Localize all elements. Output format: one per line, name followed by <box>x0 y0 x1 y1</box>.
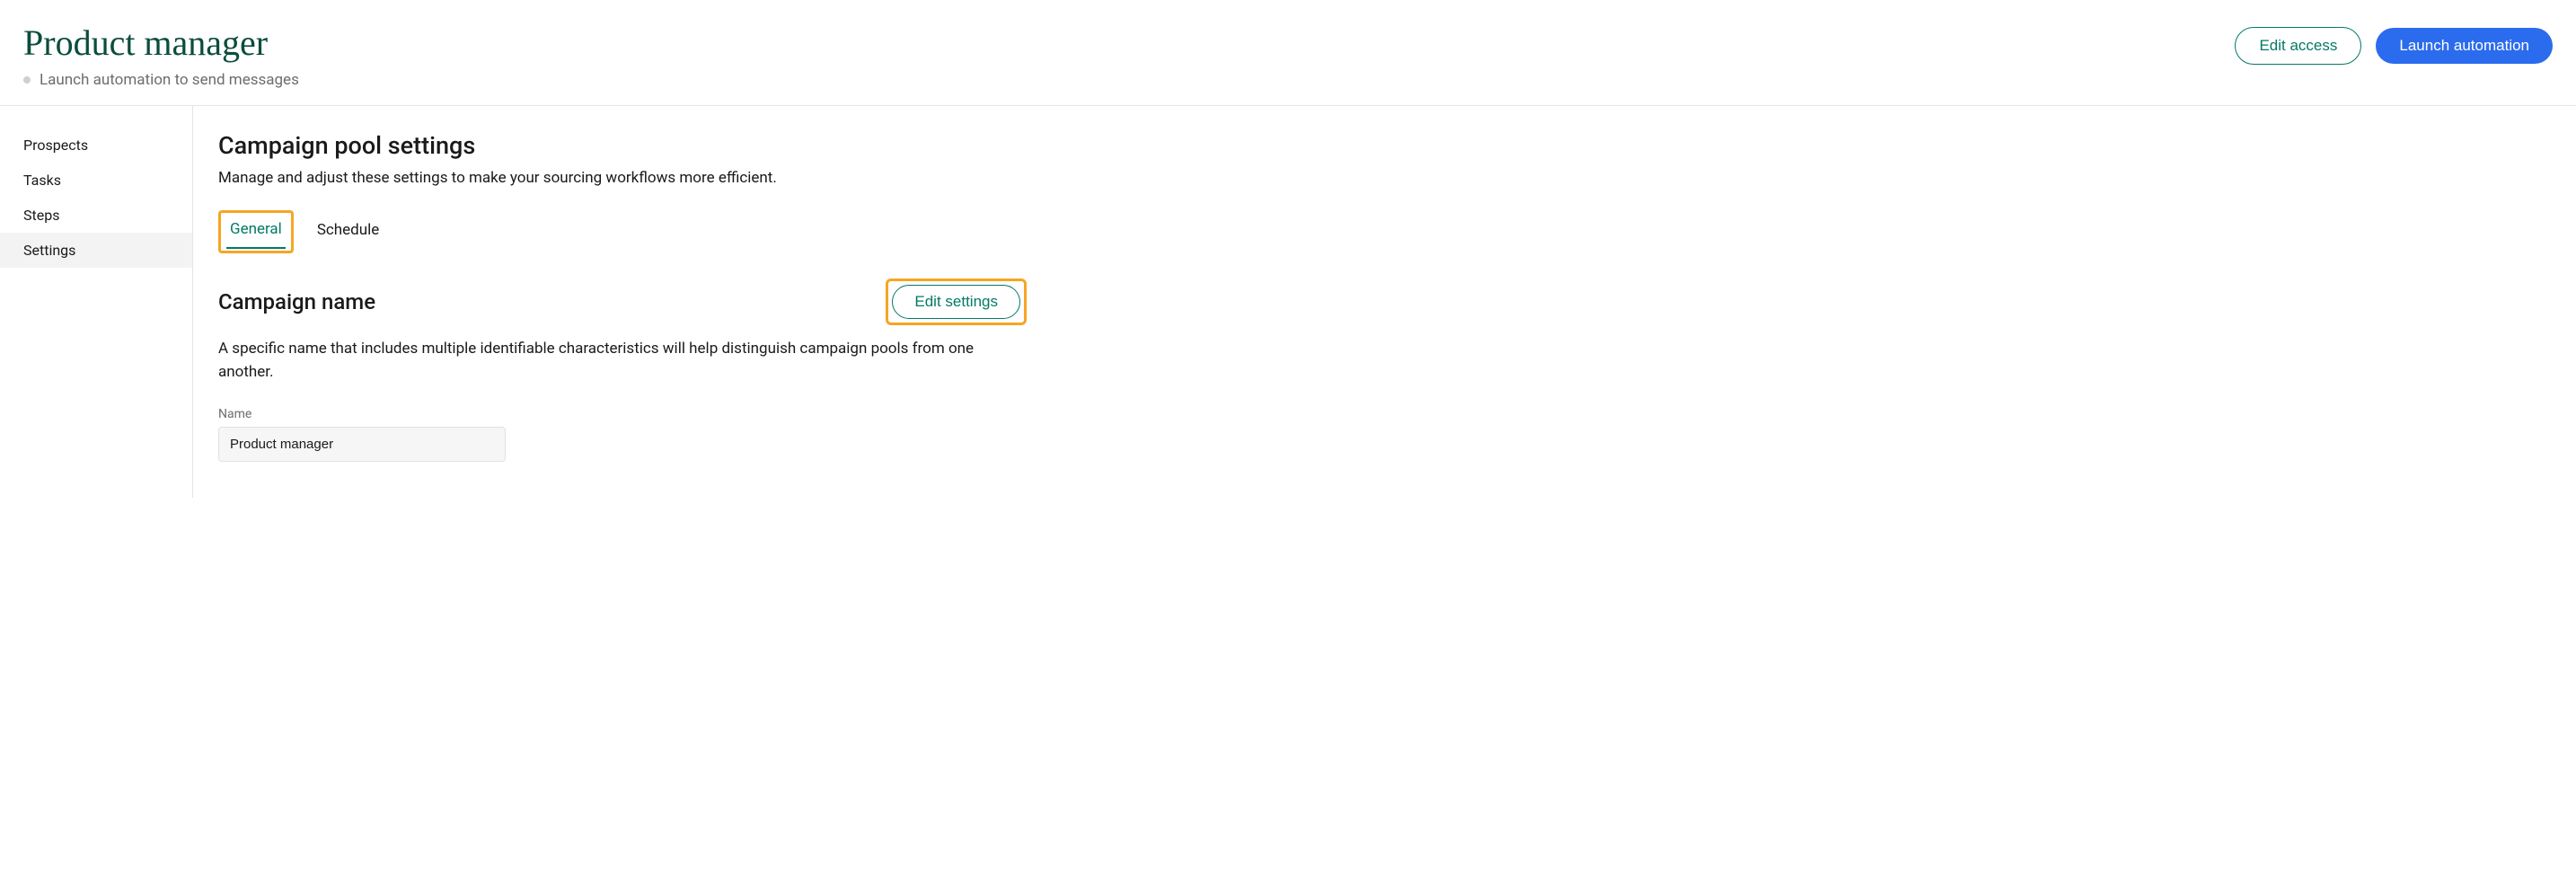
name-input <box>218 427 506 462</box>
page-header: Product manager Launch automation to sen… <box>0 0 2576 106</box>
sidebar: Prospects Tasks Steps Settings <box>0 106 193 498</box>
sidebar-item-tasks[interactable]: Tasks <box>0 163 192 198</box>
sidebar-item-settings[interactable]: Settings <box>0 233 192 268</box>
tabs: General Schedule <box>218 210 2551 253</box>
body-area: Prospects Tasks Steps Settings Campaign … <box>0 106 2576 498</box>
edit-access-button[interactable]: Edit access <box>2235 27 2361 65</box>
header-actions: Edit access Launch automation <box>2235 22 2553 65</box>
highlight-general-tab: General <box>218 210 294 253</box>
name-field-group: Name <box>218 407 2551 462</box>
settings-title: Campaign pool settings <box>218 131 2551 160</box>
tab-general[interactable]: General <box>226 215 286 249</box>
main-content: Campaign pool settings Manage and adjust… <box>193 106 2576 498</box>
tab-schedule[interactable]: Schedule <box>313 216 383 248</box>
status-row: Launch automation to send messages <box>23 71 299 89</box>
settings-description: Manage and adjust these settings to make… <box>218 169 2551 187</box>
campaign-name-header-row: Campaign name Edit settings <box>218 279 1027 325</box>
campaign-name-description: A specific name that includes multiple i… <box>218 338 1027 384</box>
launch-automation-button[interactable]: Launch automation <box>2376 28 2553 64</box>
page-title: Product manager <box>23 22 299 64</box>
header-left: Product manager Launch automation to sen… <box>23 22 299 89</box>
sidebar-item-steps[interactable]: Steps <box>0 198 192 233</box>
status-dot-icon <box>23 76 31 84</box>
sidebar-item-prospects[interactable]: Prospects <box>0 128 192 163</box>
name-field-label: Name <box>218 407 2551 421</box>
campaign-name-heading: Campaign name <box>218 289 375 314</box>
edit-settings-button[interactable]: Edit settings <box>892 285 1020 319</box>
status-text: Launch automation to send messages <box>40 71 299 89</box>
highlight-edit-settings: Edit settings <box>886 279 1027 325</box>
